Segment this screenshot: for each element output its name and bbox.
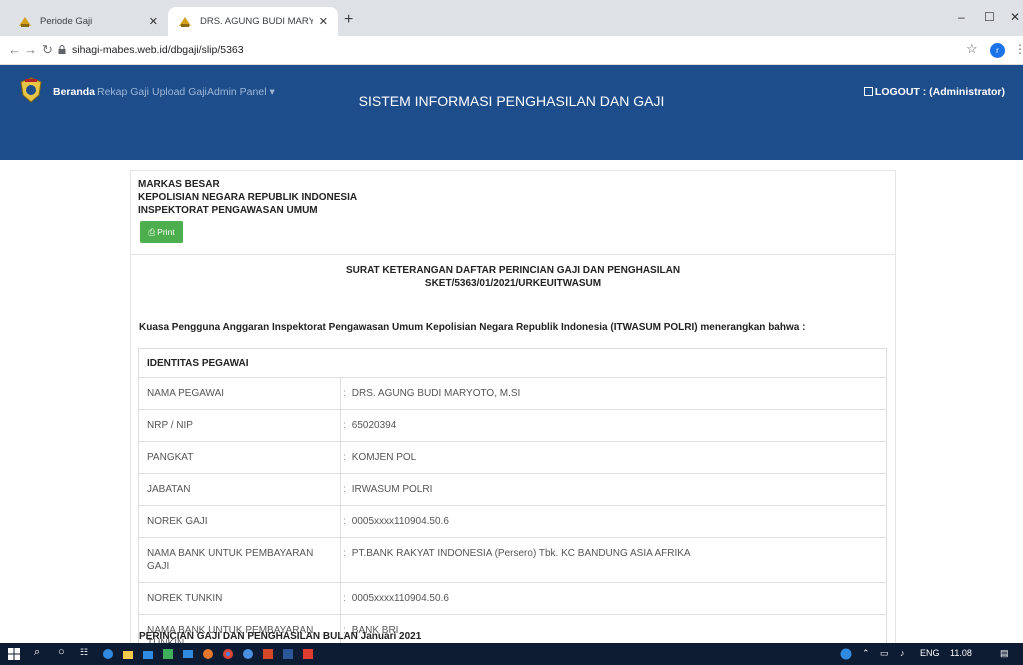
row-value: DRS. AGUNG BUDI MARYOTO, M.SI (351, 388, 521, 399)
row-label: JABATAN (139, 474, 341, 505)
table-row: JABATAN : IRWASUM POLRI (139, 474, 886, 506)
print-button[interactable]: ⎙ Print (140, 221, 183, 243)
table-row: PANGKAT : KOMJEN POL (139, 442, 886, 474)
table-row: NRP / NIP :65020394 (139, 410, 886, 442)
row-value: IRWASUM POLRI (351, 484, 433, 495)
store-icon[interactable] (142, 648, 154, 660)
row-value-cell: :0005xxxx110904.50.6 (343, 516, 449, 527)
tray-chevron-icon[interactable]: ⌃ (862, 648, 870, 659)
row-value: PT.BANK RAKYAT INDONESIA (Persero) Tbk. … (351, 548, 691, 559)
new-tab-icon[interactable]: + (344, 11, 353, 29)
row-label: NRP / NIP (139, 410, 341, 441)
row-value-cell: : PT.BANK RAKYAT INDONESIA (Persero) Tbk.… (343, 548, 691, 559)
powerpoint-icon[interactable] (262, 648, 274, 660)
row-label: NAMA PEGAWAI (139, 378, 341, 409)
row-label: NOREK TUNKIN (139, 583, 341, 614)
divider (130, 254, 896, 255)
table-row: NOREK TUNKIN :0005xxxx110904.50.6 (139, 583, 886, 615)
document-title: SURAT KETERANGAN DAFTAR PERINCIAN GAJI D… (130, 264, 896, 290)
address-bar: ← → ↻ sihagi-mabes.web.id/dbgaji/slip/53… (0, 36, 1023, 65)
app-navbar: Beranda Rekap Gaji Upload Gaji Admin Pan… (0, 65, 1023, 160)
police-logo-icon (19, 16, 31, 27)
print-label: Print (157, 227, 175, 237)
printer-icon: ⎙ (148, 226, 156, 237)
clock[interactable]: 11.08 (950, 648, 972, 658)
row-label: PANGKAT (139, 442, 341, 473)
volume-icon[interactable]: ♪ (900, 648, 905, 658)
help-icon[interactable] (840, 648, 852, 660)
app-icon[interactable] (162, 648, 174, 660)
minimize-icon[interactable]: – (958, 10, 965, 24)
app-blue-icon[interactable] (242, 648, 254, 660)
file-explorer-icon[interactable] (122, 648, 134, 660)
pdf-reader-icon[interactable] (302, 648, 314, 660)
row-value-cell: : KOMJEN POL (343, 452, 417, 463)
forward-arrow-icon[interactable]: → (24, 42, 37, 57)
org-line: KEPOLISIAN NEGARA REPUBLIK INDONESIA (138, 192, 358, 203)
battery-icon[interactable]: ▭ (880, 648, 889, 659)
tab-close-icon[interactable]: ✕ (319, 15, 328, 28)
task-view-icon[interactable]: ☷ (80, 647, 88, 658)
system-name: SISTEM INFORMASI PENGHASILAN DAN GAJI (358, 93, 665, 109)
search-icon[interactable]: ⌕ (34, 646, 40, 659)
table-row: NOREK GAJI :0005xxxx110904.50.6 (139, 506, 886, 538)
taskbar: ⌕ ○ ☷ ⌃ ▭ ♪ ENG 11.08 ▤ (0, 643, 1023, 665)
police-logo-icon (179, 16, 191, 27)
section-heading-perincian: PERINCIAN GAJI DAN PENGHASILAN BULAN Jan… (139, 631, 422, 642)
table-row: NAMA BANK UNTUK PEMBAYARAN GAJI : PT.BANK… (139, 538, 886, 583)
tab-title: Periode Gaji (40, 16, 93, 27)
row-value: 0005xxxx110904.50.6 (351, 516, 449, 527)
org-line: INSPEKTORAT PENGAWASAN UMUM (138, 205, 318, 216)
browser-tabstrip: Periode Gaji ✕ DRS. AGUNG BUDI MARYOTO, … (0, 0, 1023, 36)
reload-icon[interactable]: ↻ (42, 42, 53, 58)
browser-menu-icon[interactable]: ⋮ (1014, 42, 1023, 56)
row-value: 0005xxxx110904.50.6 (351, 593, 449, 604)
document-number: SKET/5363/01/2021/URKEUITWASUM (424, 278, 602, 289)
row-value-cell: :65020394 (343, 420, 397, 431)
notifications-icon[interactable]: ▤ (1000, 648, 1009, 659)
windows-start-icon[interactable] (8, 648, 20, 660)
row-value: 65020394 (351, 420, 397, 431)
window-close-icon[interactable]: ✕ (1010, 10, 1020, 24)
tab-periode-gaji[interactable]: Periode Gaji ✕ (8, 7, 168, 36)
mail-icon[interactable] (182, 648, 194, 660)
tab-close-icon[interactable]: ✕ (149, 15, 158, 28)
organization-heading: MARKAS BESAR KEPOLISIAN NEGARA REPUBLIK … (138, 178, 357, 217)
row-label: NAMA BANK UNTUK PEMBAYARAN GAJI (139, 538, 341, 582)
row-label: NOREK GAJI (139, 506, 341, 537)
cortana-icon[interactable]: ○ (58, 646, 65, 658)
bookmark-star-icon[interactable]: ☆ (966, 41, 978, 57)
tab-slip-gaji[interactable]: DRS. AGUNG BUDI MARYOTO, M ✕ (168, 7, 338, 36)
profile-avatar[interactable]: r (990, 43, 1005, 58)
row-value-cell: :0005xxxx110904.50.6 (343, 593, 449, 604)
statement-text: Kuasa Pengguna Anggaran Inspektorat Peng… (139, 322, 806, 333)
table-row: NAMA PEGAWAI : DRS. AGUNG BUDI MARYOTO, M… (139, 378, 886, 410)
lock-icon (58, 45, 66, 54)
tab-title: DRS. AGUNG BUDI MARYOTO, M (200, 16, 313, 27)
identity-table-header: IDENTITAS PEGAWAI (139, 349, 886, 378)
firefox-icon[interactable] (202, 648, 214, 660)
row-value: KOMJEN POL (351, 452, 417, 463)
row-value-cell: : IRWASUM POLRI (343, 484, 433, 495)
row-value-cell: : DRS. AGUNG BUDI MARYOTO, M.SI (343, 388, 521, 399)
url-field[interactable]: sihagi-mabes.web.id/dbgaji/slip/5363 (72, 44, 244, 56)
back-arrow-icon[interactable]: ← (8, 42, 21, 57)
edge-icon[interactable] (102, 648, 114, 660)
document-title-text: SURAT KETERANGAN DAFTAR PERINCIAN GAJI D… (345, 265, 681, 276)
identity-table: IDENTITAS PEGAWAI NAMA PEGAWAI : DRS. AGU… (138, 348, 887, 660)
org-line: MARKAS BESAR (138, 179, 220, 190)
chrome-icon[interactable] (222, 648, 234, 660)
language-indicator[interactable]: ENG (920, 648, 940, 658)
word-icon[interactable] (282, 648, 294, 660)
maximize-icon[interactable]: ☐ (984, 10, 995, 24)
